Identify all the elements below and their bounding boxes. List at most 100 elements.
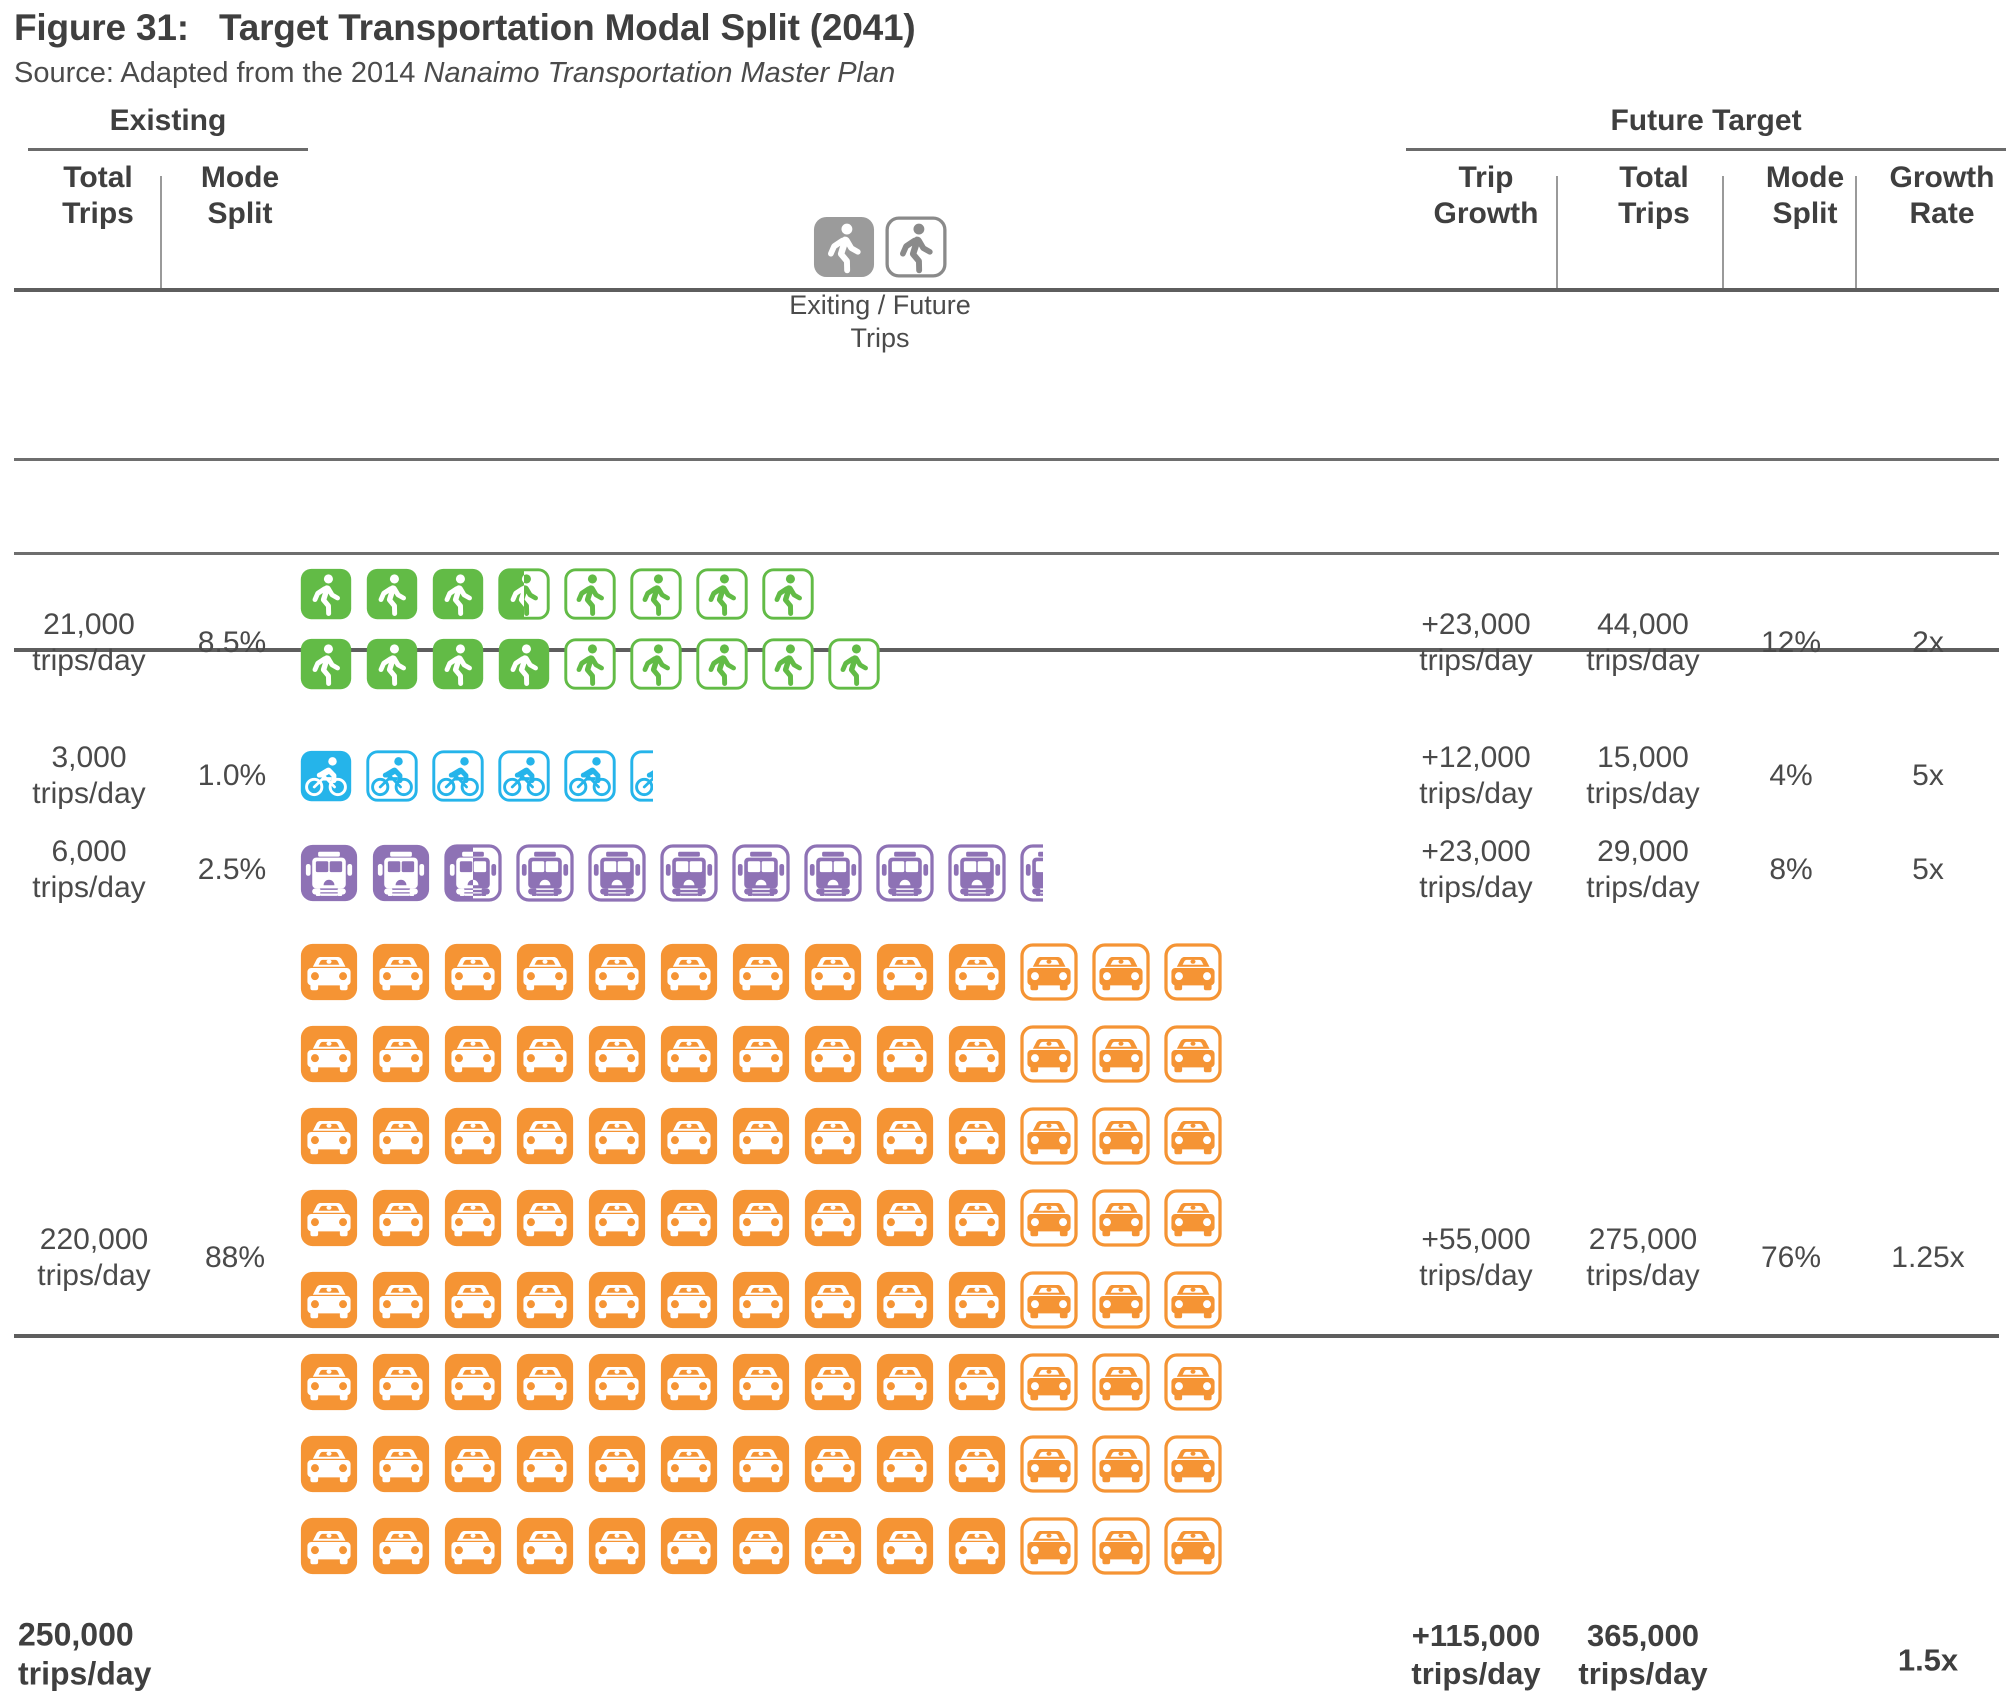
car-icon-filled	[588, 1189, 646, 1247]
divider-future-growth-total	[1556, 176, 1558, 288]
car-icon-filled	[372, 1025, 430, 1083]
pedestrian-icon-outline	[564, 638, 616, 691]
pedestrian-icon-outline	[630, 638, 682, 691]
pedestrian-icon-outline	[762, 568, 814, 621]
car-icon-filled	[444, 1271, 502, 1329]
car-icon-filled	[660, 1189, 718, 1247]
cycling-existing-total-trips: 3,000 trips/day	[32, 741, 146, 811]
car-icon-filled	[300, 1025, 358, 1083]
pedestrian-icon-filled	[300, 568, 352, 620]
car-icon-filled	[588, 1271, 646, 1329]
car-icon-filled	[444, 943, 502, 1001]
car-icon-outline	[1164, 1107, 1222, 1166]
car-icon-filled	[516, 1107, 574, 1165]
car-icon-outline	[1020, 1353, 1078, 1412]
car-icon-filled	[948, 1107, 1006, 1165]
walking-pictogram-line-1	[300, 568, 814, 621]
car-icon-filled	[732, 1517, 790, 1575]
car-icon-outline	[1164, 1353, 1222, 1412]
cycling-future-total-trips: 15,000 trips/day	[1586, 741, 1700, 811]
pedestrian-icon-outline	[762, 638, 814, 691]
car-icon-filled	[660, 1353, 718, 1411]
car-icon-filled	[300, 1271, 358, 1329]
car-icon-outline	[1020, 1435, 1078, 1494]
pedestrian-icon-filled	[498, 638, 550, 690]
cycling-existing-mode-split: 1.0%	[197, 759, 267, 793]
bicycle-icon-outline	[432, 750, 484, 803]
car-icon-filled	[372, 1189, 430, 1247]
car-icon-filled	[948, 1025, 1006, 1083]
cycling-trip-growth: +12,000 trips/day	[1419, 741, 1533, 811]
car-icon-filled	[660, 1517, 718, 1575]
car-icon-filled	[948, 1189, 1006, 1247]
car-icon-filled	[876, 943, 934, 1001]
car-icon-filled	[300, 1517, 358, 1575]
col-head-existing-total-trips: Total Trips	[62, 161, 134, 230]
transit-trip-growth: +23,000 trips/day	[1419, 835, 1533, 905]
table-rule-auto-total	[14, 1334, 1999, 1338]
car-icon-filled	[372, 1107, 430, 1165]
auto-pictogram-line-3	[300, 1107, 1222, 1166]
car-icon-outline	[1092, 1517, 1150, 1576]
existing-group-rule	[28, 148, 308, 152]
car-icon-filled	[372, 1271, 430, 1329]
car-icon-outline	[1092, 1353, 1150, 1412]
auto-pictogram-line-6	[300, 1353, 1222, 1412]
legend-caption: Exiting / Future Trips	[789, 290, 971, 353]
walking-trip-growth: +23,000 trips/day	[1419, 608, 1533, 678]
cycling-future-mode-split: 4%	[1769, 759, 1813, 793]
car-icon-filled	[876, 1435, 934, 1493]
auto-future-mode-split: 76%	[1760, 1241, 1822, 1275]
bus-icon-outline	[876, 844, 934, 903]
table-rule-top	[14, 288, 1999, 292]
divider-future-total-split	[1722, 176, 1724, 288]
car-icon-filled	[588, 1025, 646, 1083]
bicycle-icon-outline	[366, 750, 418, 803]
car-icon-filled	[804, 1025, 862, 1083]
pedestrian-icon-filled	[366, 568, 418, 620]
auto-pictogram-line-5	[300, 1271, 1222, 1330]
transit-future-total-trips: 29,000 trips/day	[1586, 835, 1700, 905]
car-icon-filled	[300, 1107, 358, 1165]
car-icon-filled	[516, 1353, 574, 1411]
pedestrian-icon-filled	[366, 638, 418, 690]
source-prefix: Source: Adapted from the 2014	[14, 56, 424, 89]
divider-future-split-rate	[1855, 176, 1857, 288]
transit-growth-rate: 5x	[1912, 853, 1944, 887]
car-icon-filled	[804, 1353, 862, 1411]
car-icon-filled	[876, 1517, 934, 1575]
car-icon-filled	[948, 943, 1006, 1001]
car-icon-outline	[1020, 943, 1078, 1002]
cycling-pictogram-line-1	[300, 750, 653, 803]
bus-icon-outline	[660, 844, 718, 903]
pedestrian-icon-outline	[696, 568, 748, 621]
bus-icon-outline	[948, 844, 1006, 903]
car-icon-outline	[1092, 1025, 1150, 1084]
pedestrian-icon-outline	[828, 638, 880, 691]
col-head-future-mode-split: Mode Split	[1765, 161, 1845, 230]
auto-existing-mode-split: 88%	[204, 1241, 266, 1275]
car-icon-filled	[948, 1517, 1006, 1575]
car-icon-filled	[732, 1435, 790, 1493]
car-icon-filled	[876, 1189, 934, 1247]
car-icon-filled	[948, 1353, 1006, 1411]
car-icon-outline	[1020, 1189, 1078, 1248]
car-icon-outline	[1092, 943, 1150, 1002]
walking-future-total-trips: 44,000 trips/day	[1586, 608, 1700, 678]
car-icon-outline	[1092, 1107, 1150, 1166]
car-icon-filled	[372, 1517, 430, 1575]
car-icon-filled	[516, 1435, 574, 1493]
car-icon-outline	[1092, 1189, 1150, 1248]
auto-growth-rate: 1.25x	[1891, 1241, 1965, 1275]
car-icon-filled	[444, 1353, 502, 1411]
car-icon-outline	[1092, 1435, 1150, 1494]
car-icon-filled	[876, 1025, 934, 1083]
car-icon-filled	[876, 1353, 934, 1411]
bicycle-icon-outline	[498, 750, 550, 803]
bus-icon-split	[444, 844, 502, 903]
car-icon-filled	[804, 943, 862, 1001]
col-head-existing-mode-split: Mode Split	[200, 161, 280, 230]
car-icon-filled	[372, 1353, 430, 1411]
car-icon-filled	[444, 1025, 502, 1083]
source-document-title: Nanaimo Transportation Master Plan	[423, 56, 896, 89]
